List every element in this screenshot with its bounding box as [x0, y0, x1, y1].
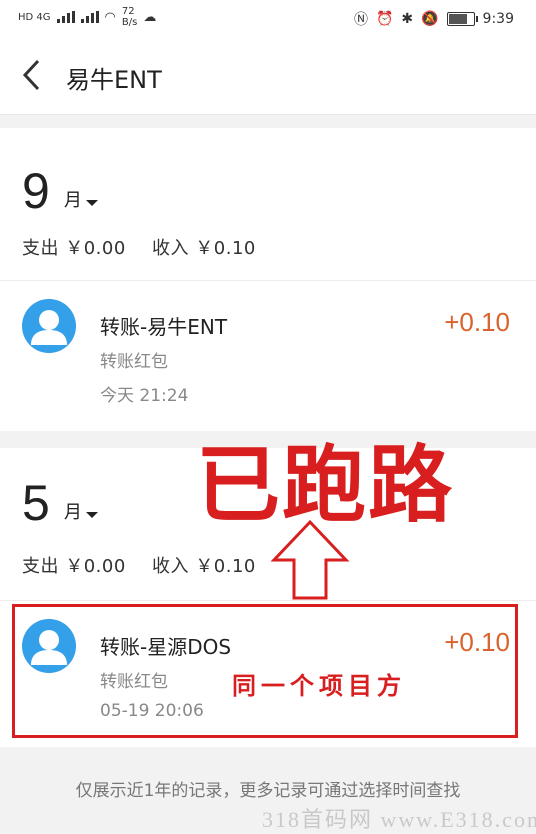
month-selector-2[interactable]: 5 月	[22, 478, 98, 528]
month-number: 5	[22, 475, 50, 531]
page-title: 易牛ENT	[66, 66, 162, 94]
bluetooth-icon: ✱	[401, 11, 414, 27]
month-unit: 月	[63, 190, 82, 211]
status-time: 9:39	[482, 11, 514, 27]
status-right: Ⓝ ⏰ ✱ 🔕 9:39	[354, 9, 514, 29]
alarm-icon: ⏰	[375, 11, 394, 27]
mute-icon: 🔕	[421, 11, 439, 27]
expense-total: 支出 ￥0.00	[22, 556, 126, 577]
transaction-amount: +0.10	[444, 307, 510, 337]
watermark: 318首码网 www.E318.com	[262, 807, 536, 832]
wifi-icon: ◠	[104, 9, 116, 25]
net-speed: 72 B/s	[122, 6, 137, 28]
month-summary: 支出 ￥0.00 收入 ￥0.10	[22, 552, 276, 578]
expense-total: 支出 ￥0.00	[22, 238, 126, 259]
month-selector[interactable]: 9 月	[22, 166, 98, 216]
transaction-time: 今天 21:24	[100, 386, 189, 406]
transaction-subtitle: 转账红包	[100, 352, 168, 372]
caret-down-icon	[85, 512, 98, 518]
user-silhouette-icon	[31, 310, 67, 345]
battery-icon	[446, 12, 478, 26]
income-total: 收入 ￥0.10	[152, 238, 256, 259]
speed-value: 72	[121, 6, 135, 17]
annotation-note: 同一个项目方	[232, 671, 406, 700]
nav-bar: 易牛ENT	[0, 36, 536, 115]
caret-down-icon	[85, 200, 98, 206]
avatar	[22, 299, 76, 353]
month-summary: 支出 ￥0.00 收入 ￥0.10	[22, 234, 276, 260]
back-arrow-icon[interactable]	[20, 58, 44, 92]
nfc-icon: Ⓝ	[353, 12, 368, 28]
income-total: 收入 ￥0.10	[152, 556, 256, 577]
month-unit: 月	[63, 502, 82, 523]
month-section-sep: 9 月 支出 ￥0.00 收入 ￥0.10	[0, 128, 536, 280]
transaction-title: 转账-易牛ENT	[100, 315, 228, 339]
speed-unit: B/s	[121, 17, 138, 28]
signal-icon-2	[80, 11, 99, 23]
up-arrow-icon	[270, 519, 350, 600]
network-label: HD 4G	[18, 11, 51, 23]
status-bar: HD 4G ◠ 72 B/s ☁ Ⓝ ⏰ ✱ 🔕 9:39	[0, 0, 536, 36]
wechat-icon: ☁	[143, 9, 157, 25]
month-number: 9	[22, 163, 50, 219]
status-left: HD 4G ◠ 72 B/s ☁	[18, 6, 156, 28]
signal-icon	[56, 11, 75, 23]
transaction-row[interactable]: 转账-易牛ENT 转账红包 今天 21:24 +0.10	[0, 280, 536, 431]
